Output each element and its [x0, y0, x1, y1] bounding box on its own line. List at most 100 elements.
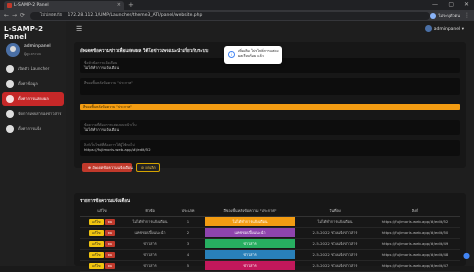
column-header: ลิงก์: [370, 207, 460, 217]
row-color-cell: ไม่ได้ทำการแจ้งเตือน: [200, 216, 300, 228]
close-tab-icon[interactable]: ×: [117, 1, 121, 10]
delete-button[interactable]: ลบ: [104, 251, 115, 258]
sidebar-item-settings[interactable]: ตั้งค่าข้อมูล: [2, 77, 64, 91]
notice-list-card: รายการข้อความแจ้งเตือน แก้ไข หัวข้อ ประเ…: [74, 193, 466, 272]
column-header: ประเภท: [176, 207, 200, 217]
sidebar-item-label: ตั้งค่าการแสดงผล: [18, 96, 49, 101]
user-name: adminpanel: [24, 44, 51, 49]
notice-table: แก้ไข หัวข้อ ประเภท สีของพื้นหลังข้อความ…: [80, 207, 460, 272]
notification-toast[interactable]: i เพิ่มเติม โปรไฟล์การแสดงผลเรียบร้อย แล…: [224, 46, 282, 64]
field-value: https://fujimoris.web.app/#/edit/52: [84, 147, 151, 152]
edit-button[interactable]: แก้ไข: [89, 240, 104, 247]
row-link[interactable]: https://fujimoris.web.app/#/edit/52: [370, 216, 460, 228]
forward-button[interactable]: →: [12, 10, 17, 21]
bell-icon: [6, 125, 14, 133]
row-id: 3: [176, 238, 200, 250]
page-content: L-SAMP-2 Panel adminpanel ผู้ดูแลระบบ เป…: [0, 21, 474, 272]
edit-button[interactable]: แก้ไข: [89, 229, 104, 236]
row-id: 2: [176, 227, 200, 239]
sidebar-item-label: เปิดตัว Launcher: [18, 66, 50, 71]
top-avatar: [424, 25, 432, 32]
sidebar-item-launcher[interactable]: เปิดตัว Launcher: [2, 62, 64, 76]
close-window-button[interactable]: ✕: [464, 0, 469, 9]
sidebar-menu: เปิดตัว Launcher ตั้งค่าข้อมูล ตั้งค่ากา…: [2, 62, 64, 137]
user-box: adminpanel ผู้ดูแลระบบ: [4, 41, 62, 61]
row-color-cell: ข่าวสาร: [200, 249, 300, 261]
avatar: [6, 43, 20, 57]
field-value: ไม่ได้ทำการแจ้งเตือน: [84, 65, 120, 70]
address-bar-row: ← → ⟳ ไม่ปลอดภัย 172.28.112.1/UMP/Launch…: [0, 10, 474, 21]
browser-window: L-SAMP-2 Panel × + — ▢ ✕ ← → ⟳ ไม่ปลอดภั…: [0, 0, 474, 272]
browser-menu-icon[interactable]: ⋮: [464, 10, 470, 21]
user-role: ผู้ดูแลระบบ: [24, 52, 41, 56]
delete-button[interactable]: ลบ: [104, 229, 115, 236]
row-date: 2-5-2022 ช่วงแจ้งข่าวสาร: [300, 249, 370, 261]
sidebar-item-label: ตั้งค่าการแจ้ง: [18, 126, 42, 131]
notification-text: เพิ่มเติม โปรไฟล์การแสดงผลเรียบร้อย แล้ว: [238, 49, 279, 58]
row-link[interactable]: https://fujimoris.web.app/#/edit/50: [370, 227, 460, 239]
notice-message-field[interactable]: ข้อความที่ต้องการแสดงบนหน้าเว็บ ไม่ได้ทำ…: [80, 120, 460, 135]
settings-icon: [6, 80, 14, 88]
maximize-button[interactable]: ▢: [448, 0, 454, 9]
field-label: สีของพื้นหลังข้อความ "ประกาศ": [84, 81, 133, 85]
cancel-button[interactable]: ⊘ ยกเลิก: [136, 163, 160, 172]
edit-button[interactable]: แก้ไข: [89, 251, 104, 258]
minimize-button[interactable]: —: [432, 0, 438, 9]
reload-button[interactable]: ⟳: [20, 10, 25, 21]
sidebar: L-SAMP-2 Panel adminpanel ผู้ดูแลระบบ เป…: [0, 21, 66, 266]
edit-button[interactable]: แก้ไข: [89, 218, 104, 225]
delete-button[interactable]: ลบ: [104, 218, 115, 225]
row-title: ไม่ได้ทำการแจ้งเตือน: [124, 216, 176, 228]
table-row: แก้ไข ลบ ข่าวสาร 3 ข่าวสาร 2-5-2022 ช่วงแจ้งข…: [80, 238, 460, 250]
row-link[interactable]: https://fujimoris.web.app/#/edit/49: [370, 238, 460, 250]
row-actions: แก้ไข ลบ: [80, 227, 124, 239]
hamburger-menu-icon[interactable]: ☰: [76, 25, 82, 33]
favicon-icon: [7, 3, 12, 8]
profile-icon: [430, 13, 437, 19]
sidebar-item-news[interactable]: จัดการเพจสารองข่าวสาร: [2, 107, 64, 121]
row-actions: แก้ไข ลบ: [80, 249, 124, 261]
sidebar-item-notify[interactable]: ตั้งค่าการแจ้ง: [2, 122, 64, 136]
row-link[interactable]: https://fujimoris.web.app/#/edit/48: [370, 249, 460, 261]
address-bar[interactable]: ไม่ปลอดภัย 172.28.112.1/UMP/Launcher/the…: [30, 11, 430, 20]
row-date: 2-5-2022 ช่วงแจ้งข่าวสาร: [300, 238, 370, 250]
row-date: 2-5-2022 ช่วงแจ้งข่าวสาร: [300, 227, 370, 239]
top-user-menu[interactable]: adminpanel ▾: [424, 25, 464, 34]
tab-bar: L-SAMP-2 Panel × + — ▢ ✕: [0, 0, 474, 10]
delete-button[interactable]: ลบ: [104, 240, 115, 247]
row-title: แคชชอปปิ้งแนะนำ: [124, 227, 176, 239]
sidebar-item-display[interactable]: ตั้งค่าการแสดงผล: [2, 92, 64, 106]
info-icon: i: [228, 51, 235, 58]
color-preview-bar[interactable]: สีของพื้นหลังข้อความ "ประกาศ": [80, 104, 460, 110]
form-title: อัพเดตข้อความข่าวเพื่อแสดงผล วิดีโอข่าวเ…: [80, 49, 209, 54]
security-warning-label[interactable]: ไม่ปลอดภัย: [40, 13, 62, 18]
row-id: 4: [176, 249, 200, 261]
update-notice-button[interactable]: ⊕ อัพเดตข้อความแจ้งเตือน: [82, 163, 133, 172]
launcher-icon: [6, 65, 14, 73]
field-value: ไม่ได้ทำการแจ้งเตือน: [84, 127, 120, 132]
list-title: รายการข้อความแจ้งเตือน: [80, 199, 131, 204]
table-row: แก้ไข ลบ ข่าวสาร 4 ข่าวสาร 2-5-2022 ช่วงแจ้งข…: [80, 249, 460, 261]
table-header-row: แก้ไข หัวข้อ ประเภท สีของพื้นหลังข้อความ…: [80, 207, 460, 217]
row-color-cell: ข่าวสาร: [200, 238, 300, 250]
notice-link-field[interactable]: ลิงก์เว็บไซต์ที่ต้องการให้ผู้ใช้กดไป htt…: [80, 140, 460, 156]
news-icon: [6, 110, 14, 118]
sidebar-item-label: จัดการเพจสารองข่าวสาร: [18, 111, 62, 116]
notice-color-field[interactable]: สีของพื้นหลังข้อความ "ประกาศ": [80, 78, 460, 95]
new-tab-button[interactable]: +: [128, 1, 134, 9]
column-header: วันที่ลง: [300, 207, 370, 217]
table-row: แก้ไข ลบ ไม่ได้ทำการแจ้งเตือน 1 ไม่ได้ทำการแ…: [80, 216, 460, 228]
url-text: 172.28.112.1/UMP/Launcher/theme3_ATI/pan…: [67, 12, 203, 18]
chat-bubble-icon[interactable]: ●: [463, 251, 470, 260]
browser-tab[interactable]: L-SAMP-2 Panel ×: [4, 1, 124, 10]
sidebar-item-label: ตั้งค่าข้อมูล: [18, 81, 38, 86]
row-actions: แก้ไข ลบ: [80, 238, 124, 250]
column-header: แก้ไข: [80, 207, 124, 217]
row-id: 1: [176, 216, 200, 228]
tab-title: L-SAMP-2 Panel: [14, 3, 49, 8]
display-icon: [6, 95, 14, 103]
profile-button[interactable]: ไม่ระบุตัวตน: [430, 12, 460, 19]
column-header: สีของพื้นหลังข้อความ "ประกาศ": [200, 207, 300, 217]
back-button[interactable]: ←: [4, 10, 9, 21]
column-header: หัวข้อ: [124, 207, 176, 217]
